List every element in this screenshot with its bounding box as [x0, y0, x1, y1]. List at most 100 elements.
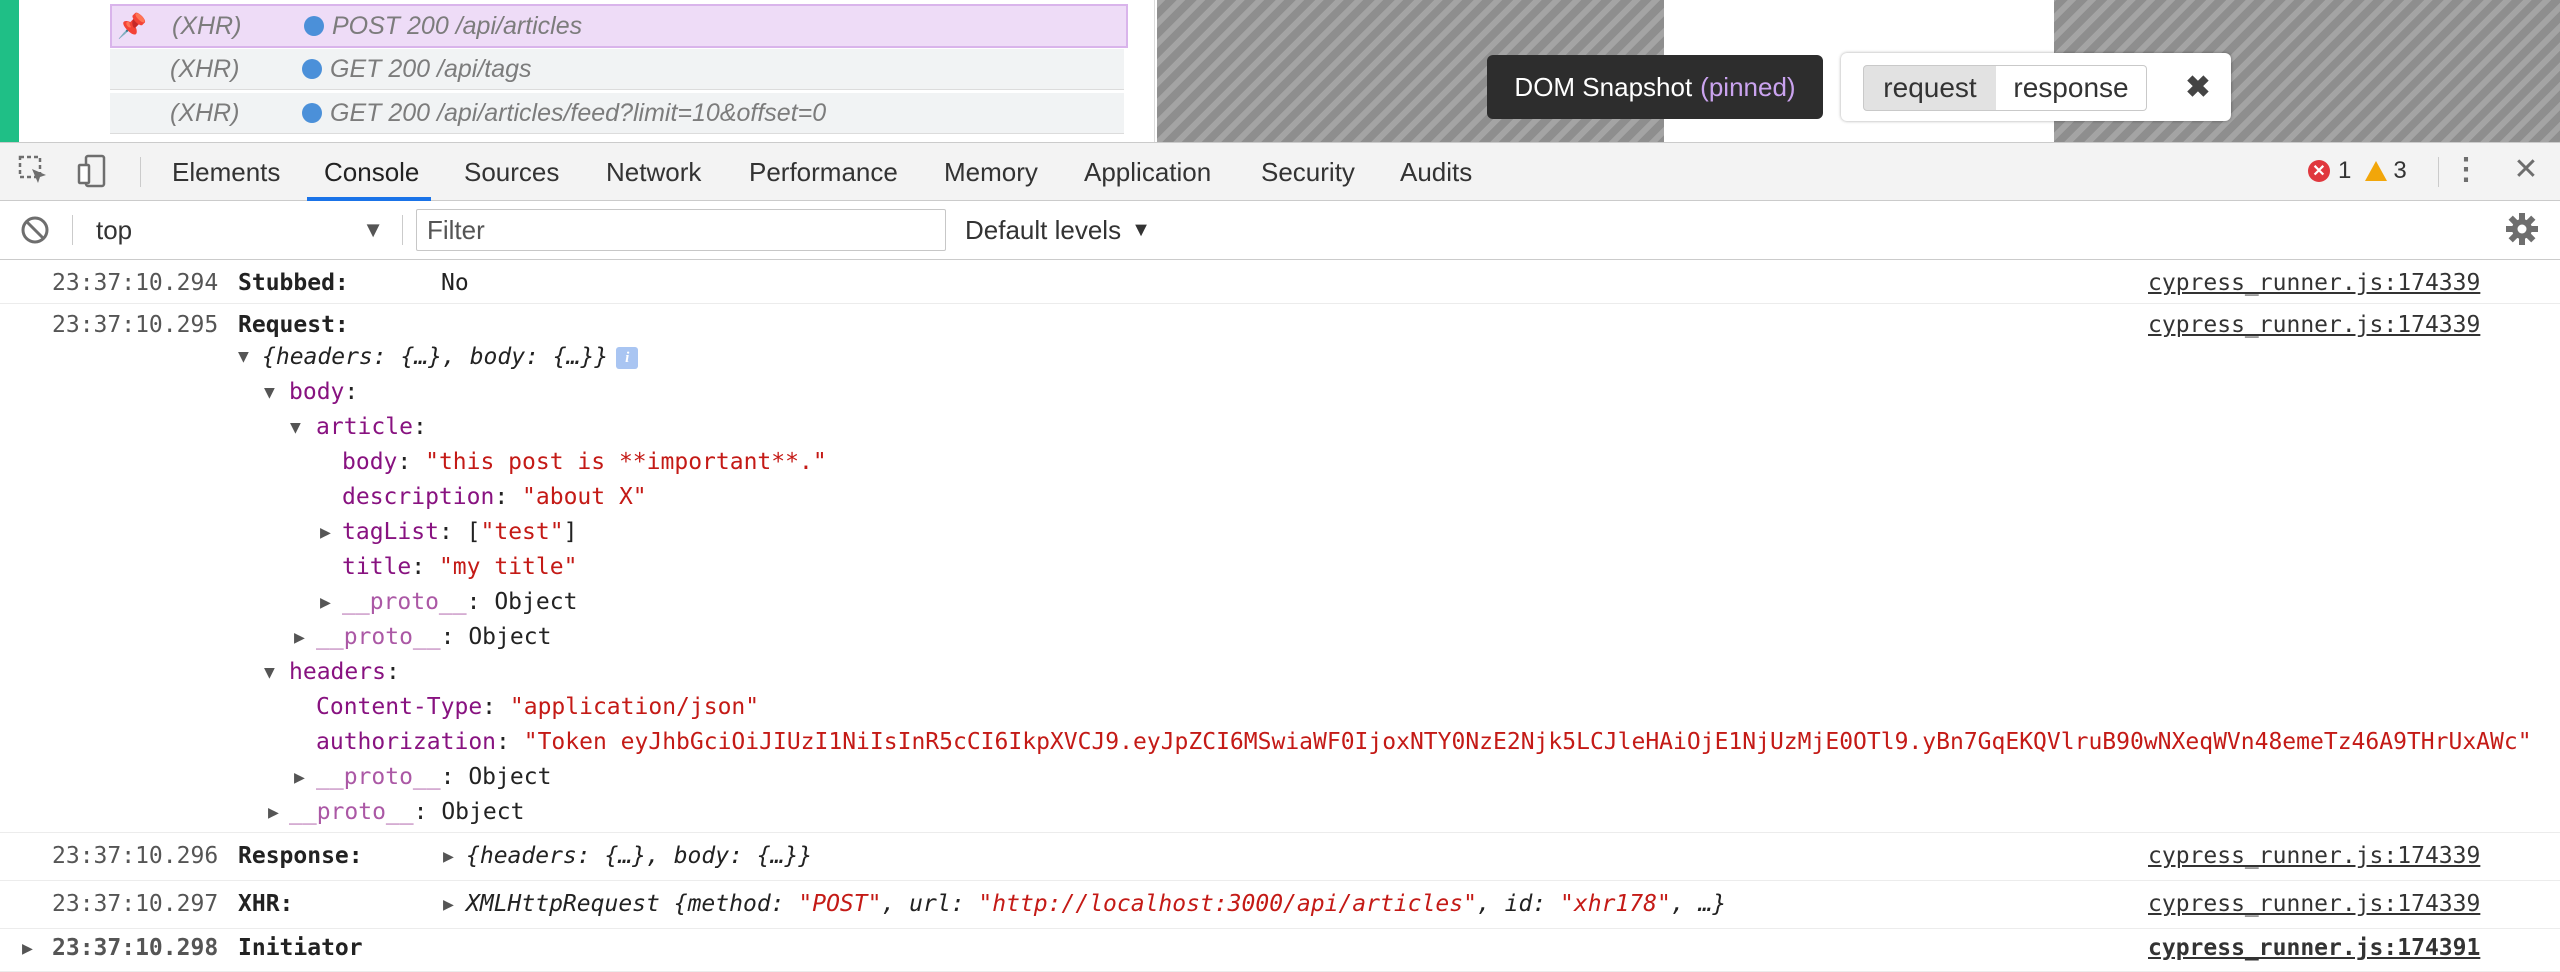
- source-link[interactable]: cypress_runner.js:174391: [2148, 935, 2480, 961]
- console-entry-response: 23:37:10.296 Response: ▶ {headers: {…}, …: [0, 835, 2560, 881]
- article-node[interactable]: article:: [316, 414, 427, 440]
- info-icon: i: [616, 346, 639, 369]
- response-summary[interactable]: {headers: {…}, body: {…}}: [466, 843, 812, 869]
- close-devtools-icon[interactable]: ✕: [2508, 153, 2544, 189]
- summary-text: {headers: {…}, body: {…}}: [262, 344, 609, 370]
- command-status: 200: [407, 11, 449, 40]
- command-method: GET: [330, 98, 382, 127]
- source-link[interactable]: cypress_runner.js:174339: [2148, 843, 2480, 869]
- command-url: /api/articles: [455, 11, 583, 40]
- expand-triangle-icon[interactable]: ▶: [443, 846, 454, 867]
- console-settings-gear-icon[interactable]: [2504, 211, 2540, 247]
- command-method: POST: [332, 11, 401, 40]
- console-entry-initiator: ▶ 23:37:10.298 Initiator cypress_runner.…: [0, 929, 2560, 972]
- devtools-tab-bar: Elements Console Sources Network Perform…: [0, 142, 2560, 201]
- command-log: 📌 (XHR) POST 200 /api/articles (XHR) GET…: [19, 0, 1155, 142]
- console-entry-xhr: 23:37:10.297 XHR: ▶ XMLHttpRequest {meth…: [0, 883, 2560, 929]
- toolbar-divider: [72, 215, 73, 245]
- expand-triangle-icon[interactable]: ▶: [294, 767, 305, 788]
- toolbar-divider: [140, 157, 141, 187]
- request-proto[interactable]: __proto__: Object: [289, 799, 524, 825]
- tab-security[interactable]: Security: [1261, 143, 1355, 201]
- expand-triangle-icon[interactable]: ▶: [268, 802, 279, 823]
- snapshot-response-button[interactable]: response: [1996, 65, 2147, 111]
- command-type: (XHR): [170, 54, 240, 83]
- tab-network[interactable]: Network: [606, 143, 701, 201]
- device-toolbar-icon[interactable]: [76, 153, 112, 189]
- article-proto[interactable]: __proto__: Object: [342, 589, 577, 615]
- content-type-prop: Content-Type: "application/json": [316, 694, 760, 720]
- snapshot-pinned-text: (pinned): [1700, 71, 1796, 102]
- expand-triangle-icon[interactable]: ▼: [238, 346, 249, 367]
- command-status: 200: [388, 54, 431, 83]
- issues-counter[interactable]: ✕ 1 3: [2308, 157, 2407, 185]
- tab-sources[interactable]: Sources: [464, 143, 559, 201]
- source-link[interactable]: cypress_runner.js:174339: [2148, 312, 2480, 338]
- tab-elements[interactable]: Elements: [172, 143, 280, 201]
- snapshot-close-icon[interactable]: ✖: [2178, 65, 2218, 109]
- tab-memory[interactable]: Memory: [944, 143, 1038, 201]
- timestamp: 23:37:10.297: [52, 891, 219, 917]
- entry-label: Stubbed:: [238, 270, 349, 296]
- headers-node[interactable]: headers:: [289, 659, 400, 685]
- context-value: top: [96, 214, 133, 245]
- command-type: (XHR): [170, 98, 240, 127]
- tab-console[interactable]: Console: [324, 143, 419, 201]
- description-prop: description: "about X": [342, 484, 647, 510]
- command-url: /api/articles/feed?limit=10&offset=0: [437, 98, 827, 127]
- command-url: /api/tags: [437, 54, 532, 83]
- dropdown-arrow-icon: ▼: [1131, 218, 1151, 241]
- timestamp: 23:37:10.294: [52, 270, 219, 296]
- console-entry-request: 23:37:10.295 Request: cypress_runner.js:…: [0, 304, 2560, 833]
- source-link[interactable]: cypress_runner.js:174339: [2148, 891, 2480, 917]
- tab-performance[interactable]: Performance: [749, 143, 898, 201]
- warning-count: 3: [2393, 157, 2407, 184]
- entry-label[interactable]: Initiator: [238, 935, 363, 961]
- expand-triangle-icon[interactable]: ▼: [264, 382, 275, 403]
- context-select[interactable]: top ▼: [78, 211, 384, 249]
- expand-triangle-icon[interactable]: ▶: [22, 938, 33, 959]
- source-link[interactable]: cypress_runner.js:174339: [2148, 270, 2480, 296]
- error-count: 1: [2338, 157, 2352, 184]
- clear-console-icon[interactable]: [18, 213, 54, 249]
- inspect-element-icon[interactable]: [16, 153, 52, 189]
- body-proto[interactable]: __proto__: Object: [316, 624, 551, 650]
- command-row-post-articles[interactable]: 📌 (XHR) POST 200 /api/articles: [110, 4, 1128, 48]
- expand-triangle-icon[interactable]: ▶: [443, 894, 454, 915]
- body-node[interactable]: body:: [289, 379, 358, 405]
- pin-icon: 📌: [117, 12, 147, 40]
- command-row-get-tags[interactable]: (XHR) GET 200 /api/tags: [110, 49, 1124, 90]
- xhr-summary[interactable]: XMLHttpRequest {method: "POST", url: "ht…: [466, 891, 1726, 917]
- filter-input[interactable]: [416, 209, 946, 251]
- warning-icon: [2365, 161, 2388, 181]
- expand-triangle-icon[interactable]: ▼: [264, 662, 275, 683]
- expand-triangle-icon[interactable]: ▶: [294, 627, 305, 648]
- request-summary[interactable]: {headers: {…}, body: {…}} i: [262, 344, 639, 370]
- toolbar-divider: [2438, 157, 2439, 187]
- entry-label: XHR:: [238, 891, 294, 917]
- app-top-strip: 📌 (XHR) POST 200 /api/articles (XHR) GET…: [0, 0, 2560, 142]
- xhr-dot-icon: [302, 103, 322, 123]
- expand-triangle-icon[interactable]: ▶: [320, 522, 331, 543]
- taglist-prop[interactable]: tagList: ["test"]: [342, 519, 577, 545]
- timestamp: 23:37:10.295: [52, 312, 219, 338]
- command-method: GET: [330, 54, 382, 83]
- tab-application[interactable]: Application: [1084, 143, 1211, 201]
- headers-proto[interactable]: __proto__: Object: [316, 764, 551, 790]
- tab-audits[interactable]: Audits: [1400, 143, 1472, 201]
- authorization-prop: authorization: "Token eyJhbGciOiJIUzI1Ni…: [316, 729, 2532, 755]
- expand-triangle-icon[interactable]: ▶: [320, 592, 331, 613]
- command-row-get-feed[interactable]: (XHR) GET 200 /api/articles/feed?limit=1…: [110, 93, 1124, 134]
- snapshot-request-button[interactable]: request: [1863, 65, 1997, 111]
- snapshot-title: DOM Snapshot: [1514, 71, 1693, 102]
- timestamp: 23:37:10.296: [52, 843, 219, 869]
- xhr-dot-icon: [302, 59, 322, 79]
- more-options-icon[interactable]: ⋮: [2448, 153, 2484, 189]
- dropdown-arrow-icon: ▼: [362, 217, 384, 242]
- log-levels-dropdown[interactable]: Default levels ▼: [965, 211, 1151, 249]
- entry-label: Response:: [238, 843, 363, 869]
- snapshot-controls: request response ✖: [1841, 53, 2231, 121]
- log-levels-label: Default levels: [965, 214, 1122, 245]
- expand-triangle-icon[interactable]: ▼: [290, 417, 301, 438]
- timestamp: 23:37:10.298: [52, 935, 219, 961]
